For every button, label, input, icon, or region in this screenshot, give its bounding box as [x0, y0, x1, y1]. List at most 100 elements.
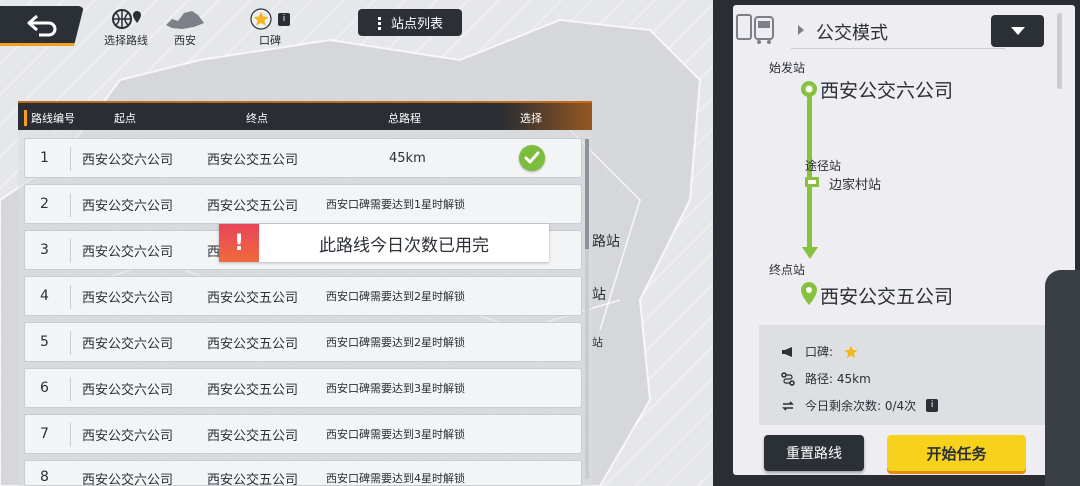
route-start: 西安公交六公司 — [82, 473, 174, 486]
route-table: 路线编号 起点 终点 总路程 选择 1 西安公交六公司 西安公交五公司 45km… — [18, 101, 592, 486]
star-icon — [250, 8, 272, 30]
route-arrow-icon — [801, 247, 818, 259]
checkmark-icon[interactable] — [519, 145, 545, 171]
route-number: 6 — [40, 380, 49, 396]
select-route-label: 选择路线 — [104, 34, 148, 47]
divider — [70, 147, 71, 171]
route-end: 西安公交五公司 — [207, 198, 299, 214]
divider — [70, 193, 71, 217]
end-station-label: 终点站 — [769, 263, 806, 277]
divider — [70, 331, 71, 355]
remaining-text: 今日剩余次数: 0/4次 — [805, 399, 917, 413]
table-row[interactable]: 2 西安公交六公司 西安公交五公司 西安口碑需要达到1星时解锁 — [24, 184, 582, 224]
station-list-button[interactable]: 站点列表 — [358, 9, 462, 36]
column-end: 终点 — [246, 112, 268, 125]
vertical-dots-icon — [377, 16, 381, 30]
table-header: 路线编号 起点 终点 总路程 选择 — [18, 101, 592, 130]
panel-scrollbar[interactable] — [1057, 13, 1062, 89]
route-start: 西安公交六公司 — [82, 382, 174, 398]
route-end: 西安公交五公司 — [207, 336, 299, 352]
distance-row: 路径: 45km — [781, 370, 871, 387]
toast-notification: ! 此路线今日次数已用完 — [219, 224, 549, 262]
warning-icon: ! — [219, 224, 259, 262]
map-station-label: 站 — [592, 287, 606, 303]
route-number: 8 — [40, 469, 49, 485]
reputation-label: 口碑 — [259, 34, 281, 47]
table-row[interactable]: 4 西安公交六公司 西安公交五公司 西安口碑需要达到2星时解锁 — [24, 276, 582, 316]
table-row[interactable]: 8 西安公交六公司 西安公交五公司 西安口碑需要达到4星时解锁 — [24, 460, 582, 486]
mode-selector[interactable]: 公交模式 — [733, 5, 1075, 53]
route-detail-panel: 公交模式 始发站 西安公交六公司 途径站 边家村站 终点站 西安公交五公司 口碑… — [713, 0, 1080, 486]
map-station-label: 路站 — [592, 234, 620, 250]
info-icon[interactable]: i — [278, 12, 290, 26]
globe-location-icon — [109, 6, 143, 32]
table-row[interactable]: 7 西安公交六公司 西安公交五公司 西安口碑需要达到3星时解锁 — [24, 414, 582, 454]
route-number: 7 — [40, 426, 49, 442]
unlock-requirement: 西安口碑需要达到1星时解锁 — [326, 198, 465, 211]
table-row[interactable]: 1 西安公交六公司 西安公交五公司 45km — [24, 138, 582, 178]
detail-card: 公交模式 始发站 西安公交六公司 途径站 边家村站 终点站 西安公交五公司 口碑… — [733, 5, 1075, 475]
map-station-label: 站 — [592, 336, 603, 349]
divider — [791, 48, 1005, 49]
divider — [70, 239, 71, 263]
end-station-name: 西安公交五公司 — [820, 286, 954, 308]
column-route-no: 路线编号 — [24, 110, 75, 126]
info-icon[interactable]: i — [926, 399, 939, 412]
route-end: 西安公交五公司 — [207, 382, 299, 398]
city-map-icon — [164, 6, 206, 32]
mode-dropdown-button[interactable] — [991, 15, 1044, 47]
start-station-label: 始发站 — [769, 61, 806, 75]
mode-title: 公交模式 — [816, 23, 888, 44]
route-number: 5 — [40, 334, 49, 350]
toast-message: 此路线今日次数已用完 — [319, 235, 489, 256]
scroll-thumb[interactable] — [585, 139, 589, 249]
unlock-requirement: 西安口碑需要达到2星时解锁 — [326, 290, 465, 303]
route-start: 西安公交六公司 — [82, 198, 174, 214]
repeat-icon — [782, 400, 794, 411]
start-task-button[interactable]: 开始任务 — [887, 435, 1026, 471]
table-row[interactable]: 6 西安公交六公司 西安公交五公司 西安口碑需要达到3星时解锁 — [24, 368, 582, 408]
route-path-icon — [781, 371, 795, 386]
select-route-button[interactable]: 选择路线 — [104, 6, 148, 48]
divider — [70, 423, 71, 447]
column-select: 选择 — [520, 112, 542, 125]
reputation-button[interactable]: i 口碑 — [250, 6, 290, 48]
star-icon — [844, 344, 858, 358]
route-start: 西安公交六公司 — [82, 244, 174, 260]
reset-route-button[interactable]: 重置路线 — [764, 435, 864, 471]
station-sign-icon — [805, 177, 819, 187]
reputation-row: 口碑: — [781, 343, 859, 360]
divider — [70, 285, 71, 309]
header-decoration — [502, 103, 592, 130]
unlock-requirement: 西安口碑需要达到3星时解锁 — [326, 382, 465, 395]
unlock-requirement: 西安口碑需要达到4星时解锁 — [326, 472, 465, 485]
city-button[interactable]: 西安 — [164, 6, 206, 48]
route-end: 西安公交五公司 — [207, 428, 299, 444]
distance-text: 路径: 45km — [805, 372, 871, 386]
back-arrow-icon — [27, 14, 57, 36]
route-end: 西安公交五公司 — [207, 290, 299, 306]
route-number: 1 — [40, 150, 49, 166]
unlock-requirement: 西安口碑需要达到3星时解锁 — [326, 428, 465, 441]
location-pin-icon — [801, 282, 817, 305]
column-distance: 总路程 — [388, 112, 421, 125]
table-scrollbar[interactable] — [585, 139, 589, 479]
back-button[interactable] — [0, 6, 84, 46]
route-summary: 口碑: 路径: 45km 今日剩余次数: 0/4次 i — [759, 325, 1075, 425]
column-start: 起点 — [114, 112, 136, 125]
city-label: 西安 — [174, 34, 196, 47]
route-end: 西安公交五公司 — [207, 152, 299, 168]
route-start: 西安公交六公司 — [82, 152, 174, 168]
via-station-label: 途径站 — [805, 159, 842, 173]
start-station-name: 西安公交六公司 — [820, 80, 954, 102]
route-start: 西安公交六公司 — [82, 428, 174, 444]
table-row[interactable]: 5 西安公交六公司 西安公交五公司 西安口碑需要达到2星时解锁 — [24, 322, 582, 362]
play-arrow-icon — [798, 25, 804, 35]
via-station-name: 边家村站 — [829, 178, 882, 193]
remaining-row: 今日剩余次数: 0/4次 i — [781, 397, 939, 414]
route-end: 西安公交五公司 — [207, 473, 299, 486]
reputation-text: 口碑: — [805, 345, 834, 359]
route-start: 西安公交六公司 — [82, 336, 174, 352]
bus-icon — [736, 14, 774, 44]
route-distance: 45km — [389, 150, 426, 166]
